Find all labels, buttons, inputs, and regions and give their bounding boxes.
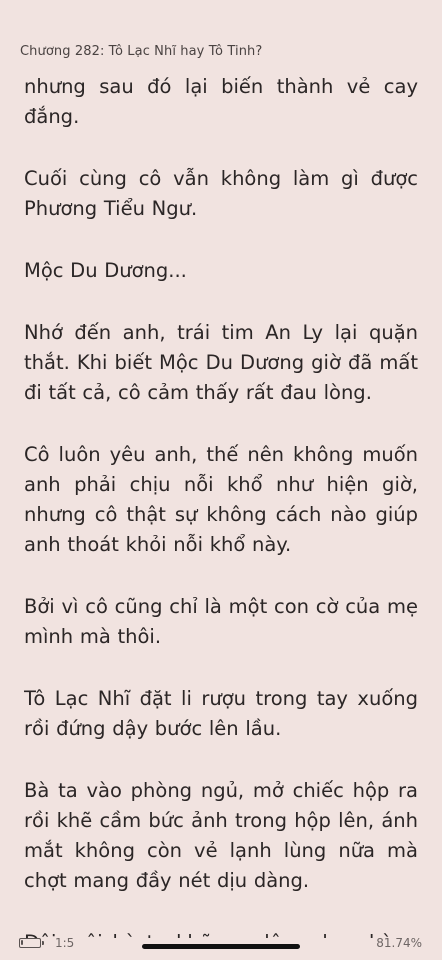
page-indicator: 1:5 bbox=[55, 936, 75, 950]
chapter-title: Chương 282: Tô Lạc Nhĩ hay Tô Tinh? bbox=[20, 44, 263, 59]
status-bar: 1:5 81.74% bbox=[0, 930, 442, 960]
paragraph: Tô Lạc Nhĩ đặt li rượu trong tay xuống r… bbox=[24, 687, 418, 740]
paragraph: Bởi vì cô cũng chỉ là một con cờ của mẹ … bbox=[24, 595, 418, 648]
paragraph: Cô luôn yêu anh, thế nên không muốn anh … bbox=[24, 443, 418, 556]
paragraph: nhưng sau đó lại biến thành vẻ cay đắng. bbox=[24, 75, 418, 128]
paragraph: Bà ta vào phòng ngủ, mở chiếc hộp ra rồi… bbox=[24, 779, 418, 892]
paragraph: Mộc Du Dương... bbox=[24, 259, 187, 282]
reading-progress: 81.74% bbox=[376, 936, 422, 950]
reader-content[interactable]: nhưng sau đó lại biến thành vẻ cay đắng.… bbox=[24, 72, 418, 938]
paragraph: Cuối cùng cô vẫn không làm gì được Phươn… bbox=[24, 167, 418, 220]
home-indicator[interactable] bbox=[142, 944, 300, 949]
paragraph: Nhớ đến anh, trái tim An Ly lại quặn thắ… bbox=[24, 321, 418, 404]
battery-low-icon bbox=[19, 938, 44, 948]
